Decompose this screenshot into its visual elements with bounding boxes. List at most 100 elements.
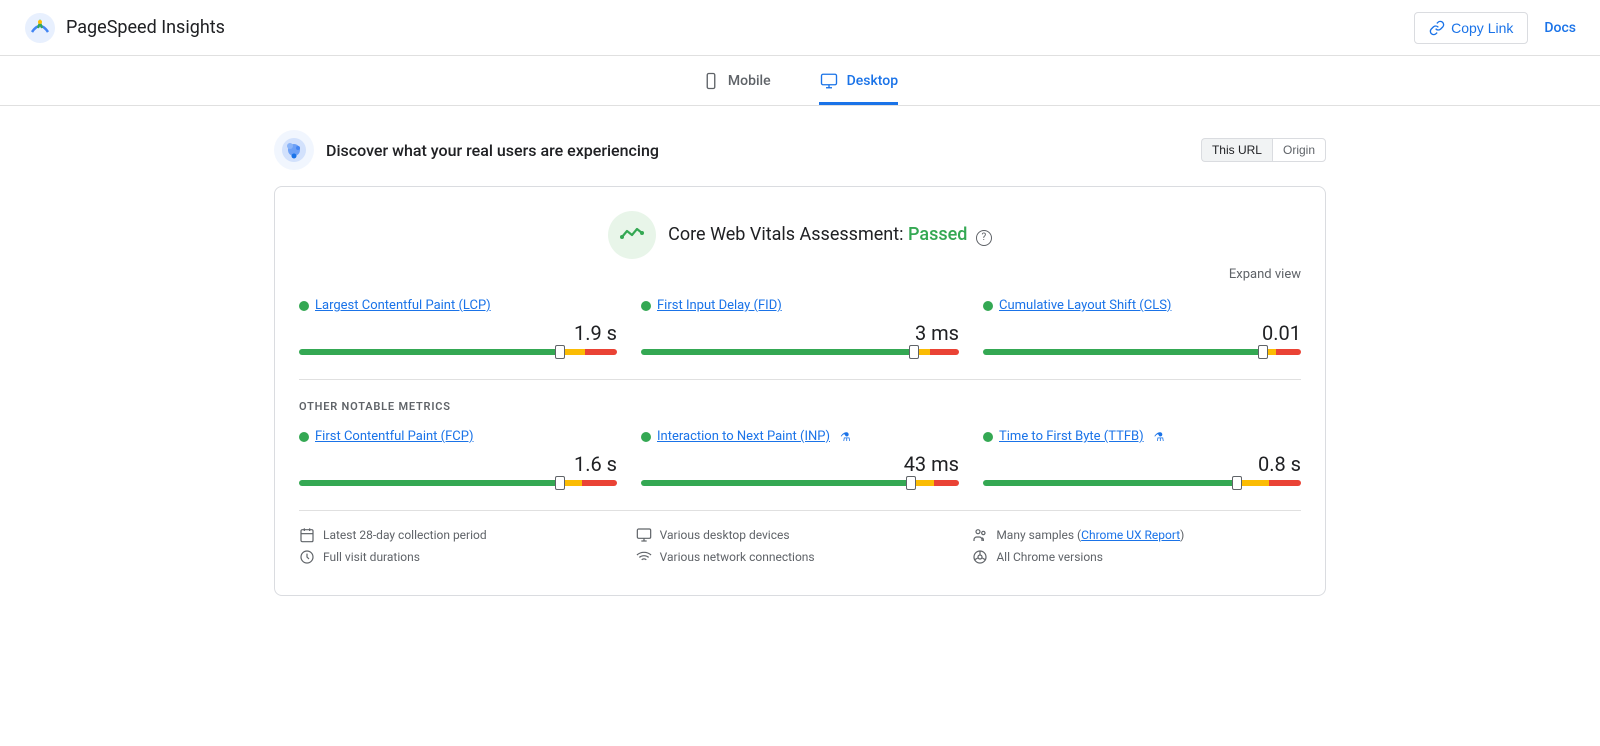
metric-value-lcp: 1.9 s	[299, 321, 617, 345]
bar-indicator-lcp	[555, 345, 565, 359]
metric-link-inp[interactable]: Interaction to Next Paint (INP)	[657, 429, 830, 444]
metric-link-fid[interactable]: First Input Delay (FID)	[657, 298, 782, 313]
metric-bar-inp	[641, 480, 959, 486]
chrome-icon	[972, 549, 988, 565]
bar-red-cls	[1276, 349, 1301, 355]
bar-indicator-cls	[1258, 345, 1268, 359]
metric-fcp: First Contentful Paint (FCP) 1.6 s	[299, 429, 617, 490]
cwv-help-icon[interactable]: ?	[976, 230, 992, 246]
metric-dot-inp	[641, 432, 651, 442]
bar-red-lcp	[585, 349, 617, 355]
metric-link-cls[interactable]: Cumulative Layout Shift (CLS)	[999, 298, 1171, 313]
bar-red-fid	[930, 349, 959, 355]
metric-bar-track-cls	[983, 349, 1301, 355]
desktop-tab-icon	[819, 72, 839, 90]
origin-button[interactable]: Origin	[1272, 138, 1326, 162]
pagespeed-logo-icon	[24, 12, 56, 44]
app-header: PageSpeed Insights Copy Link Docs	[0, 0, 1600, 56]
metric-link-ttfb[interactable]: Time to First Byte (TTFB)	[999, 429, 1144, 444]
copy-link-button[interactable]: Copy Link	[1414, 12, 1528, 44]
bar-indicator-fid	[909, 345, 919, 359]
bar-indicator-inp	[906, 476, 916, 490]
bar-red-ttfb	[1269, 480, 1301, 486]
metric-cls: Cumulative Layout Shift (CLS) 0.01	[983, 298, 1301, 359]
info-desktop-devices: Various desktop devices	[636, 527, 965, 543]
metric-label-cls: Cumulative Layout Shift (CLS)	[983, 298, 1301, 313]
info-collection-period: Latest 28-day collection period	[299, 527, 628, 543]
metric-label-fid: First Input Delay (FID)	[641, 298, 959, 313]
metric-bar-lcp	[299, 349, 617, 355]
bar-green-fcp	[299, 480, 560, 486]
copy-link-label: Copy Link	[1451, 20, 1513, 36]
metric-dot-cls	[983, 301, 993, 311]
info-col-1: Latest 28-day collection period Full vis…	[299, 527, 628, 571]
main-content: Discover what your real users are experi…	[250, 130, 1350, 644]
this-url-button[interactable]: This URL	[1201, 138, 1272, 162]
info-samples: Many samples (Chrome UX Report)	[972, 527, 1301, 543]
info-network: Various network connections	[636, 549, 965, 565]
cwv-icon	[608, 211, 656, 259]
metric-label-ttfb: Time to First Byte (TTFB)⚗	[983, 429, 1301, 444]
app-name: PageSpeed Insights	[66, 17, 225, 38]
bar-green-inp	[641, 480, 911, 486]
metric-dot-ttfb	[983, 432, 993, 442]
other-metrics-grid: First Contentful Paint (FCP) 1.6 s Inter…	[299, 429, 1301, 490]
metric-bar-track-lcp	[299, 349, 617, 355]
cwv-title: Core Web Vitals Assessment: Passed ?	[668, 224, 992, 246]
discover-title-row: Discover what your real users are experi…	[274, 130, 659, 170]
logo-area: PageSpeed Insights	[24, 12, 225, 44]
link-icon	[1429, 20, 1445, 36]
metric-dot-lcp	[299, 301, 309, 311]
metric-link-fcp[interactable]: First Contentful Paint (FCP)	[315, 429, 474, 444]
metric-link-lcp[interactable]: Largest Contentful Paint (LCP)	[315, 298, 491, 313]
wifi-icon	[636, 549, 652, 565]
metric-bar-cls	[983, 349, 1301, 355]
info-chrome-versions: All Chrome versions	[972, 549, 1301, 565]
metric-dot-fcp	[299, 432, 309, 442]
bar-indicator-ttfb	[1232, 476, 1242, 490]
core-metrics-grid: Largest Contentful Paint (LCP) 1.9 s Fir…	[299, 298, 1301, 359]
clock-icon	[299, 549, 315, 565]
bar-green-cls	[983, 349, 1263, 355]
mobile-tab-label: Mobile	[728, 73, 771, 89]
cwv-card: Core Web Vitals Assessment: Passed ? Exp…	[274, 186, 1326, 596]
discover-title: Discover what your real users are experi…	[326, 141, 659, 160]
metric-value-fcp: 1.6 s	[299, 452, 617, 476]
metric-bar-fcp	[299, 480, 617, 486]
tab-desktop[interactable]: Desktop	[819, 72, 898, 105]
url-origin-toggle: This URL Origin	[1201, 138, 1326, 162]
metric-value-fid: 3 ms	[641, 321, 959, 345]
bar-indicator-fcp	[555, 476, 565, 490]
cwv-title-prefix: Core Web Vitals Assessment:	[668, 224, 908, 245]
docs-link[interactable]: Docs	[1544, 20, 1576, 36]
cwv-status: Passed	[908, 224, 967, 245]
metric-dot-fid	[641, 301, 651, 311]
info-col-3: Many samples (Chrome UX Report) All Chro…	[972, 527, 1301, 571]
mobile-icon	[702, 72, 720, 90]
discover-icon	[274, 130, 314, 170]
metric-bar-track-fcp	[299, 480, 617, 486]
metric-label-lcp: Largest Contentful Paint (LCP)	[299, 298, 617, 313]
metric-value-inp: 43 ms	[641, 452, 959, 476]
discover-section-header: Discover what your real users are experi…	[274, 130, 1326, 170]
bar-green-fid	[641, 349, 914, 355]
metric-lcp: Largest Contentful Paint (LCP) 1.9 s	[299, 298, 617, 359]
tab-bar: Mobile Desktop	[0, 56, 1600, 106]
metric-bar-ttfb	[983, 480, 1301, 486]
bar-red-fcp	[582, 480, 617, 486]
metrics-divider	[299, 379, 1301, 380]
calendar-icon	[299, 527, 315, 543]
expand-view[interactable]: Expand view	[299, 267, 1301, 282]
experimental-icon: ⚗	[840, 430, 851, 444]
tab-mobile[interactable]: Mobile	[702, 72, 771, 105]
info-full-visit: Full visit durations	[299, 549, 628, 565]
header-actions: Copy Link Docs	[1414, 12, 1576, 44]
chrome-ux-link[interactable]: Chrome UX Report	[1081, 528, 1180, 542]
metric-value-cls: 0.01	[983, 321, 1301, 345]
metric-inp: Interaction to Next Paint (INP) ⚗ 43 ms	[641, 429, 959, 490]
info-col-2: Various desktop devices Various network …	[636, 527, 965, 571]
metric-bar-track-ttfb	[983, 480, 1301, 486]
metric-value-ttfb: 0.8 s	[983, 452, 1301, 476]
monitor-icon	[636, 527, 652, 543]
people-icon	[972, 527, 988, 543]
